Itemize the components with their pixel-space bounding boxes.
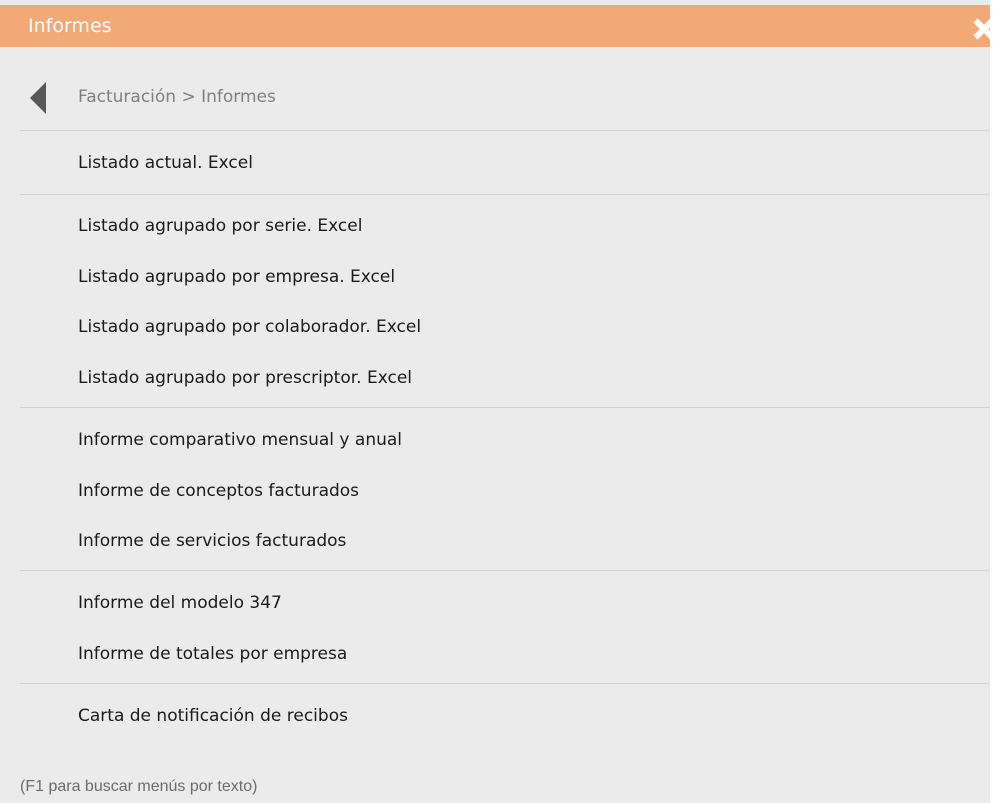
breadcrumb-text: Facturación > Informes [78, 87, 276, 107]
divider [20, 407, 990, 408]
informes-panel: Informes Facturación > Informes Listado … [0, 0, 990, 803]
menu-item-informe-conceptos[interactable]: Informe de conceptos facturados [70, 476, 367, 506]
search-hint: (F1 para buscar menús por texto) [20, 778, 258, 795]
title-bar: Informes [0, 5, 990, 47]
menu-item-informe-modelo-347[interactable]: Informe del modelo 347 [70, 588, 290, 618]
menu-item-informe-totales-empresa[interactable]: Informe de totales por empresa [70, 639, 355, 669]
close-icon[interactable] [972, 18, 990, 40]
menu-item-carta-notificacion-recibos[interactable]: Carta de notificación de recibos [70, 701, 356, 731]
divider [20, 130, 990, 131]
menu-item-listado-agrupado-serie[interactable]: Listado agrupado por serie. Excel [70, 211, 370, 241]
menu-item-listado-actual-excel[interactable]: Listado actual. Excel [70, 148, 261, 178]
menu-item-listado-agrupado-colaborador[interactable]: Listado agrupado por colaborador. Excel [70, 312, 429, 342]
menu-item-informe-comparativo[interactable]: Informe comparativo mensual y anual [70, 425, 410, 455]
divider [20, 194, 990, 195]
menu-item-informe-servicios[interactable]: Informe de servicios facturados [70, 526, 354, 556]
divider [20, 570, 990, 571]
divider [20, 683, 990, 684]
window-title: Informes [28, 15, 112, 37]
breadcrumb: Facturación > Informes [0, 70, 990, 126]
menu-item-listado-agrupado-empresa[interactable]: Listado agrupado por empresa. Excel [70, 262, 403, 292]
menu-item-listado-agrupado-prescriptor[interactable]: Listado agrupado por prescriptor. Excel [70, 363, 420, 393]
back-arrow-icon[interactable] [30, 82, 46, 114]
